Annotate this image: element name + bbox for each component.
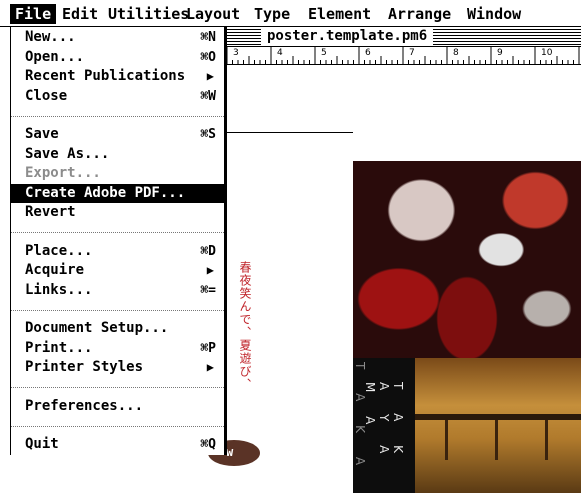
bridge-pillar	[545, 420, 548, 460]
menu-item-close[interactable]: Close ⌘W	[11, 87, 224, 106]
oval-text: w	[226, 445, 234, 459]
bridge-pillar	[495, 420, 498, 460]
menu-item-label: Print...	[25, 340, 93, 356]
menu-item-label: Save	[25, 126, 59, 142]
document-title-bar[interactable]: poster.template.pm6	[225, 27, 581, 47]
menu-item-document-setup[interactable]: Document Setup...	[11, 319, 224, 338]
menu-edit[interactable]: Edit	[60, 4, 100, 24]
menu-separator	[11, 232, 224, 233]
festival-photo	[353, 161, 581, 358]
menu-item-label: Printer Styles	[25, 359, 144, 375]
ruler-label: 9	[497, 48, 503, 58]
menu-element[interactable]: Element	[306, 4, 373, 24]
menu-utilities[interactable]: Utilities	[106, 4, 191, 24]
bridge-photo	[415, 358, 581, 493]
shortcut-label: ⌘N	[200, 30, 216, 45]
menu-item-place[interactable]: Place... ⌘D	[11, 242, 224, 261]
shortcut-label: ⌘D	[200, 244, 216, 259]
menu-layout[interactable]: Layout	[184, 4, 242, 24]
menu-item-label: Links...	[25, 282, 93, 298]
shortcut-label: ⌘P	[200, 341, 216, 356]
menu-item-create-adobe-pdf[interactable]: Create Adobe PDF...	[11, 184, 224, 203]
menu-item-links[interactable]: Links... ⌘=	[11, 281, 224, 300]
shortcut-label: ⌘O	[200, 50, 216, 65]
menu-item-printer-styles[interactable]: Printer Styles ▶	[11, 358, 224, 377]
menu-arrange[interactable]: Arrange	[386, 4, 453, 24]
japanese-text-block: 春夜笑んで、夏遊び、	[238, 261, 252, 391]
menu-item-recent-publications[interactable]: Recent Publications ▶	[11, 67, 224, 86]
menu-item-export: Export...	[11, 164, 224, 183]
title-strip: T A K A T A K A Y A M A	[353, 358, 415, 493]
menu-item-label: Quit	[25, 436, 59, 452]
submenu-arrow-icon: ▶	[206, 360, 214, 374]
menu-item-save-as[interactable]: Save As...	[11, 145, 224, 164]
ruler-label: 3	[233, 48, 239, 58]
ruler-label: 10	[541, 48, 553, 58]
menu-shadow	[225, 27, 227, 455]
bridge-pillar	[445, 420, 448, 460]
menu-type[interactable]: Type	[252, 4, 292, 24]
menu-item-new[interactable]: New... ⌘N	[11, 28, 224, 47]
menu-bar: File Edit Utilities Layout Type Element …	[0, 0, 581, 27]
menu-item-open[interactable]: Open... ⌘O	[11, 48, 224, 67]
menu-separator	[11, 426, 224, 427]
menu-item-label: New...	[25, 29, 76, 45]
vertical-title: T A K A Y A M A	[363, 382, 405, 464]
menu-item-label: Place...	[25, 243, 93, 259]
menu-separator	[11, 387, 224, 388]
ruler-label: 6	[365, 48, 371, 58]
menu-separator	[11, 116, 224, 117]
menu-file[interactable]: File	[10, 4, 57, 24]
menu-item-label: Document Setup...	[25, 320, 169, 336]
submenu-arrow-icon: ▶	[206, 69, 214, 83]
ruler-label: 4	[277, 48, 283, 58]
shortcut-label: ⌘W	[200, 89, 216, 104]
menu-item-revert[interactable]: Revert	[11, 203, 224, 222]
document-title: poster.template.pm6	[261, 27, 434, 46]
ruler-label: 5	[321, 48, 327, 58]
menu-window[interactable]: Window	[465, 4, 523, 24]
page-border	[225, 132, 353, 133]
shortcut-label: ⌘S	[200, 127, 216, 142]
menu-item-label: Export...	[25, 165, 101, 181]
file-menu-dropdown: New... ⌘N Open... ⌘O Recent Publications…	[10, 27, 225, 455]
shortcut-label: ⌘=	[200, 283, 216, 298]
menu-item-save[interactable]: Save ⌘S	[11, 125, 224, 144]
shortcut-label: ⌘Q	[200, 437, 216, 452]
menu-item-label: Revert	[25, 204, 76, 220]
horizontal-ruler[interactable]: 3 4 5 6 7 8 9 10	[225, 47, 581, 65]
menu-item-preferences[interactable]: Preferences...	[11, 397, 224, 416]
menu-item-label: Preferences...	[25, 398, 144, 414]
menu-item-label: Create Adobe PDF...	[25, 185, 186, 201]
menu-item-acquire[interactable]: Acquire ▶	[11, 261, 224, 280]
menu-separator	[11, 310, 224, 311]
menu-item-print[interactable]: Print... ⌘P	[11, 339, 224, 358]
ruler-label: 8	[453, 48, 459, 58]
menu-item-label: Close	[25, 88, 68, 104]
submenu-arrow-icon: ▶	[206, 263, 214, 277]
menu-item-label: Acquire	[25, 262, 85, 278]
menu-item-quit[interactable]: Quit ⌘Q	[11, 435, 224, 454]
menu-item-label: Open...	[25, 49, 85, 65]
menu-item-label: Recent Publications	[25, 68, 186, 84]
ruler-label: 7	[409, 48, 415, 58]
bridge-deck	[415, 414, 581, 420]
menu-item-label: Save As...	[25, 146, 110, 162]
